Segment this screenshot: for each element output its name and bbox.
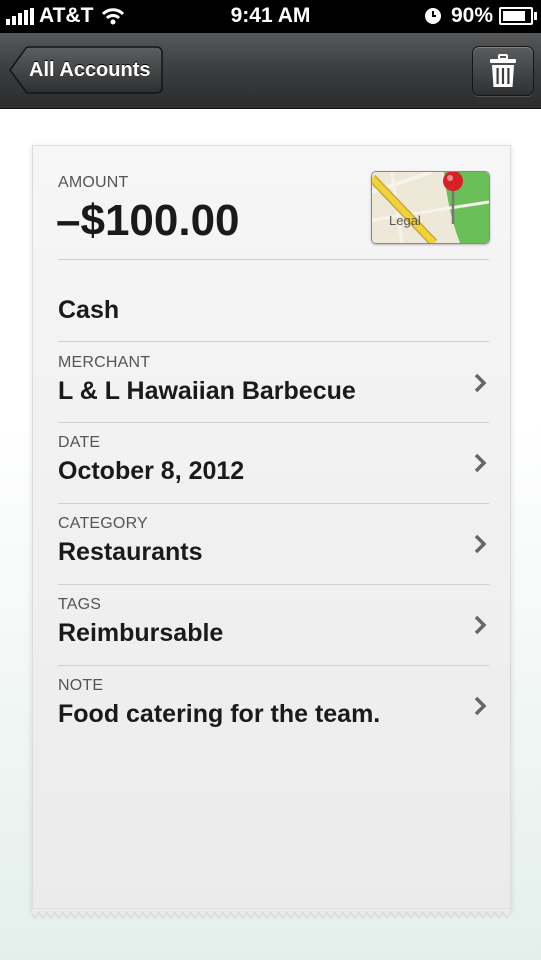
amount-value: –$100.00 bbox=[56, 196, 240, 245]
chevron-right-icon bbox=[474, 534, 487, 554]
battery-icon bbox=[499, 7, 537, 25]
amount-label: AMOUNT bbox=[58, 174, 129, 191]
category-row[interactable]: CATEGORY Restaurants bbox=[33, 503, 510, 583]
chevron-right-icon bbox=[474, 373, 487, 393]
location-map-thumbnail[interactable]: Legal bbox=[371, 171, 490, 244]
category-value: Restaurants bbox=[58, 538, 203, 566]
receipt-torn-edge bbox=[32, 908, 511, 919]
date-value: October 8, 2012 bbox=[58, 457, 245, 485]
date-row[interactable]: DATE October 8, 2012 bbox=[33, 422, 510, 502]
note-value: Food catering for the team. bbox=[58, 700, 381, 728]
battery-percent: 90% bbox=[450, 4, 493, 27]
delete-button[interactable] bbox=[472, 46, 534, 96]
chevron-right-icon bbox=[474, 453, 487, 473]
tags-label: TAGS bbox=[58, 596, 102, 613]
map-label: Legal bbox=[389, 213, 421, 228]
note-row[interactable]: NOTE Food catering for the team. bbox=[33, 665, 510, 745]
tags-row[interactable]: TAGS Reimbursable bbox=[33, 584, 510, 664]
trash-icon bbox=[490, 54, 516, 87]
chevron-right-icon bbox=[474, 696, 487, 716]
note-label: NOTE bbox=[58, 677, 104, 694]
navigation-bar: All Accounts bbox=[0, 33, 541, 109]
category-label: CATEGORY bbox=[58, 515, 148, 532]
chevron-right-icon bbox=[474, 615, 487, 635]
back-button-all-accounts[interactable]: All Accounts bbox=[9, 46, 163, 94]
status-bar: AT&T 9:41 AM 90% bbox=[0, 0, 541, 33]
date-label: DATE bbox=[58, 434, 101, 451]
divider bbox=[58, 259, 489, 260]
clock-icon bbox=[424, 8, 441, 24]
merchant-value: L & L Hawaiian Barbecue bbox=[58, 377, 356, 405]
transaction-card: AMOUNT –$100.00 Legal Cash MERCHANT L & … bbox=[32, 145, 511, 911]
account-name: Cash bbox=[58, 296, 120, 324]
back-button-label: All Accounts bbox=[29, 59, 151, 81]
merchant-row[interactable]: MERCHANT L & L Hawaiian Barbecue bbox=[33, 342, 510, 422]
merchant-label: MERCHANT bbox=[58, 354, 151, 371]
tags-value: Reimbursable bbox=[58, 619, 224, 647]
